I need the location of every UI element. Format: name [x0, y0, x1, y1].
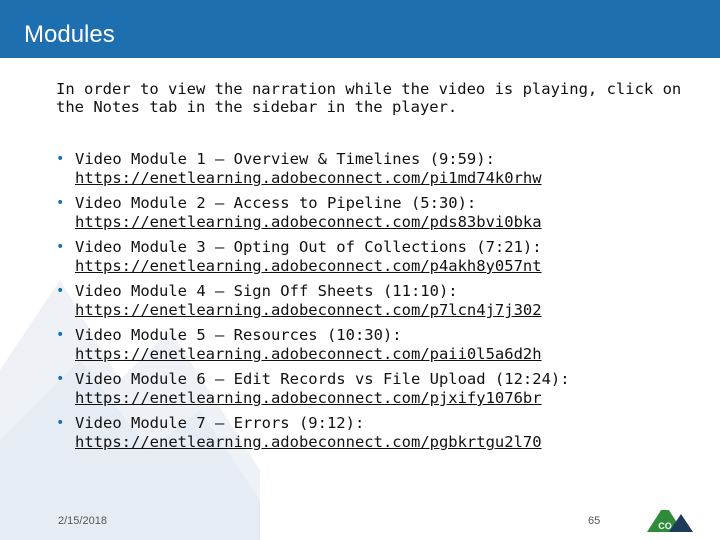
list-item: • Video Module 1 – Overview & Timelines …: [56, 150, 696, 194]
list-item: • Video Module 5 – Resources (10:30): ht…: [56, 326, 696, 370]
list-item: • Video Module 4 – Sign Off Sheets (11:1…: [56, 282, 696, 326]
colorado-mountain-logo-icon: CO: [647, 504, 693, 532]
list-item: • Video Module 7 – Errors (9:12): https:…: [56, 414, 696, 458]
bullet-icon: •: [56, 371, 65, 387]
module-title: Video Module 1 – Overview & Timelines (9…: [75, 150, 495, 168]
slide-title: Modules: [24, 21, 115, 48]
list-item: • Video Module 6 – Edit Records vs File …: [56, 370, 696, 414]
module-title: Video Module 7 – Errors (9:12):: [75, 414, 365, 432]
bullet-icon: •: [56, 415, 65, 431]
logo-label: CO: [658, 521, 672, 531]
title-bar: Modules: [0, 0, 720, 58]
footer-date: 2/15/2018: [58, 515, 107, 527]
list-item: • Video Module 3 – Opting Out of Collect…: [56, 238, 696, 282]
module-title: Video Module 4 – Sign Off Sheets (11:10)…: [75, 282, 458, 300]
module-list: • Video Module 1 – Overview & Timelines …: [56, 150, 696, 458]
bullet-icon: •: [56, 239, 65, 255]
module-title: Video Module 5 – Resources (10:30):: [75, 326, 402, 344]
module-link[interactable]: https://enetlearning.adobeconnect.com/pi…: [75, 169, 696, 188]
bullet-icon: •: [56, 151, 65, 167]
module-link[interactable]: https://enetlearning.adobeconnect.com/pd…: [75, 213, 696, 232]
module-link[interactable]: https://enetlearning.adobeconnect.com/pa…: [75, 345, 696, 364]
module-title: Video Module 3 – Opting Out of Collectio…: [75, 238, 542, 256]
module-link[interactable]: https://enetlearning.adobeconnect.com/pg…: [75, 433, 696, 452]
bullet-icon: •: [56, 195, 65, 211]
module-title: Video Module 2 – Access to Pipeline (5:3…: [75, 194, 477, 212]
bullet-icon: •: [56, 283, 65, 299]
module-title: Video Module 6 – Edit Records vs File Up…: [75, 370, 570, 388]
module-link[interactable]: https://enetlearning.adobeconnect.com/p7…: [75, 301, 696, 320]
page-number: 65: [588, 515, 601, 527]
module-link[interactable]: https://enetlearning.adobeconnect.com/pj…: [75, 389, 696, 408]
intro-text: In order to view the narration while the…: [56, 80, 682, 116]
module-link[interactable]: https://enetlearning.adobeconnect.com/p4…: [75, 257, 696, 276]
list-item: • Video Module 2 – Access to Pipeline (5…: [56, 194, 696, 238]
bullet-icon: •: [56, 327, 65, 343]
